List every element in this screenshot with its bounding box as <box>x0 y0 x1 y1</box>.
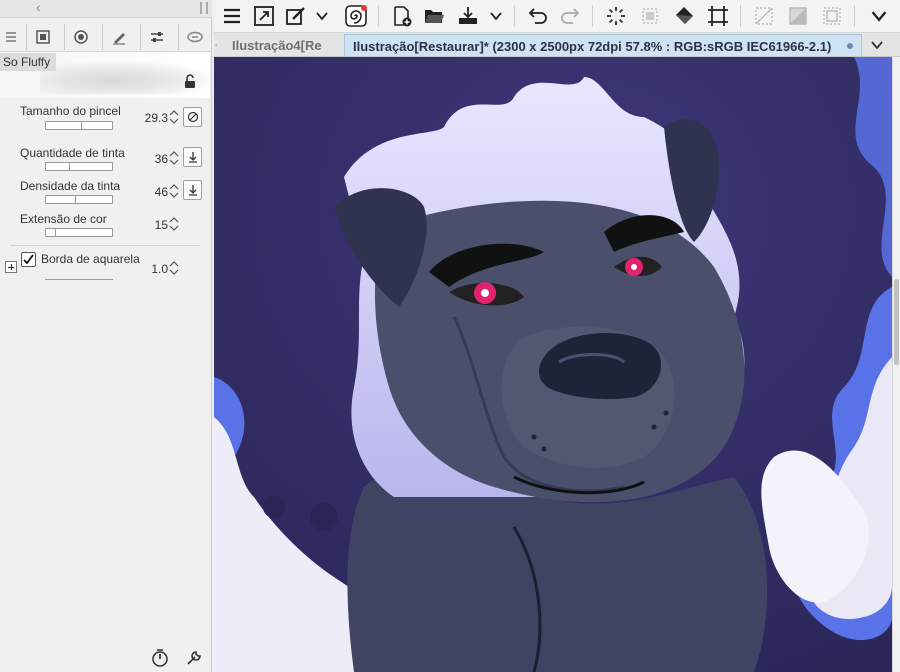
ink-density-value[interactable]: 46 <box>128 185 168 199</box>
tab-settings-sliders-icon[interactable] <box>140 24 172 50</box>
spiral-logo-icon[interactable] <box>342 2 370 30</box>
ink-density-slider-fill <box>46 196 77 203</box>
brush-name-label: So Fluffy <box>0 53 57 71</box>
panel-footer <box>0 644 210 672</box>
redo-icon[interactable] <box>556 2 584 30</box>
brush-size-slider-fill <box>46 122 83 129</box>
chevron-down-icon[interactable] <box>486 2 506 30</box>
toolbar-separator <box>514 5 515 27</box>
color-stretch-row: Extensão de cor 15 <box>0 212 210 246</box>
pressure-down-icon <box>188 185 197 196</box>
loading-spinner-icon[interactable] <box>602 2 630 30</box>
transform-icon[interactable] <box>282 2 310 30</box>
panel-divider <box>10 245 200 246</box>
brush-size-dynamics-button[interactable] <box>183 107 202 127</box>
app-window: ‹ So Fluffy Tamanho do pincel 29.3 Quant… <box>0 0 900 672</box>
ink-amount-spinner-icon[interactable] <box>169 149 179 167</box>
color-stretch-spinner-icon[interactable] <box>169 215 179 233</box>
ink-amount-slider[interactable] <box>45 162 113 171</box>
brush-size-spinner-icon[interactable] <box>169 108 179 126</box>
invert-selection-icon[interactable] <box>784 2 812 30</box>
ink-amount-slider-fill <box>46 163 70 170</box>
color-stretch-slider-fill <box>46 229 56 236</box>
ink-amount-dynamics-button[interactable] <box>183 147 202 167</box>
toolbar-separator <box>740 5 741 27</box>
pressure-down-icon <box>188 152 197 163</box>
tab-menu-chevron-icon[interactable] <box>866 35 888 55</box>
selection-icon[interactable] <box>636 2 664 30</box>
tab-record-icon[interactable] <box>64 24 96 50</box>
deselect-icon[interactable] <box>750 2 778 30</box>
drawing-canvas[interactable] <box>214 57 892 672</box>
panel-menu-icon[interactable] <box>0 24 22 50</box>
brush-size-label: Tamanho do pincel <box>20 104 121 118</box>
reset-dial-icon[interactable] <box>150 648 170 668</box>
menu-icon[interactable] <box>218 2 246 30</box>
brush-size-value[interactable]: 29.3 <box>128 111 168 125</box>
tab-brush-icon[interactable] <box>102 24 134 50</box>
toolbar-separator <box>378 5 379 27</box>
ink-density-dynamics-button[interactable] <box>183 180 202 200</box>
toolbar-separator <box>592 5 593 27</box>
tab-ilustracao4[interactable]: Ilustração4[Re <box>224 34 337 56</box>
color-stretch-label: Extensão de cor <box>20 212 107 226</box>
ink-density-slider[interactable] <box>45 195 113 204</box>
new-file-icon[interactable] <box>388 2 416 30</box>
brush-size-row: Tamanho do pincel 29.3 <box>0 104 210 138</box>
tab-close-dot-icon[interactable] <box>847 43 853 49</box>
unlock-icon[interactable] <box>183 73 197 89</box>
ink-amount-label: Quantidade de tinta <box>20 146 125 160</box>
ink-density-row: Densidade da tinta 46 <box>0 179 210 213</box>
tab-ilustracao-restaurar[interactable]: Ilustração[Restaurar]* (2300 x 2500px 72… <box>344 34 862 56</box>
tab-tool-property[interactable] <box>26 24 58 50</box>
wrench-settings-icon[interactable] <box>184 648 204 668</box>
color-stretch-value[interactable]: 15 <box>128 218 168 232</box>
watercolor-edge-spinner-icon[interactable] <box>169 259 179 277</box>
watercolor-edge-slider[interactable] <box>45 279 113 280</box>
brush-size-slider[interactable] <box>45 121 113 130</box>
color-stretch-slider[interactable] <box>45 228 113 237</box>
tab-active-label: Ilustração[Restaurar]* (2300 x 2500px 72… <box>353 39 832 54</box>
command-bar <box>214 0 900 33</box>
chevron-down-icon[interactable] <box>866 2 892 30</box>
panel-titlebar: ‹ <box>0 0 212 18</box>
collapse-chevron-icon[interactable]: ‹ <box>36 0 41 15</box>
save-download-icon[interactable] <box>454 2 482 30</box>
crop-icon[interactable] <box>704 2 732 30</box>
watercolor-edge-value[interactable]: 1.0 <box>128 262 168 276</box>
canvas-vertical-scrollbar[interactable] <box>892 57 900 672</box>
watercolor-edge-row: Borda de aquarela 1.0 <box>0 252 210 286</box>
chevron-down-icon[interactable] <box>312 2 332 30</box>
ink-amount-value[interactable]: 36 <box>128 152 168 166</box>
ink-amount-row: Quantidade de tinta 36 <box>0 146 210 180</box>
tool-property-panel: ‹ So Fluffy Tamanho do pincel 29.3 Quant… <box>0 0 212 672</box>
scrollbar-thumb[interactable] <box>894 279 899 365</box>
tab-link-icon[interactable] <box>178 24 210 50</box>
expand-icon[interactable] <box>250 2 278 30</box>
panel-grip-handle[interactable] <box>200 2 208 14</box>
artwork-illustration <box>214 57 892 672</box>
open-folder-icon[interactable] <box>420 2 448 30</box>
fill-bucket-icon[interactable] <box>670 2 698 30</box>
no-dynamics-icon <box>187 111 198 123</box>
undo-icon[interactable] <box>524 2 552 30</box>
tab-scroll-left-icon[interactable]: · <box>214 37 220 53</box>
toolbar-separator <box>854 5 855 27</box>
watercolor-edge-label: Borda de aquarela <box>41 252 140 266</box>
ink-density-label: Densidade da tinta <box>20 179 121 193</box>
document-tab-bar: · Ilustração4[Re Ilustração[Restaurar]* … <box>214 33 900 57</box>
panel-tab-row <box>0 22 212 52</box>
ink-density-spinner-icon[interactable] <box>169 182 179 200</box>
frame-icon[interactable] <box>818 2 846 30</box>
